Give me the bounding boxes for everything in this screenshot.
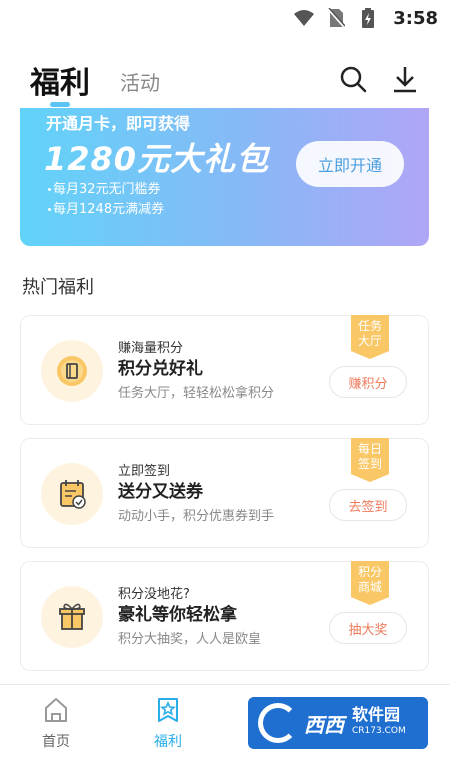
calendar-check-icon	[41, 463, 103, 525]
gift-icon	[41, 586, 103, 648]
sign-in-button[interactable]: 去签到	[329, 489, 407, 521]
header: 福利 活动	[0, 50, 450, 110]
welfare-card-signin[interactable]: 立即签到 送分又送券 动动小手，积分优惠券到手 每日 签到 去签到	[20, 438, 429, 548]
watermark-name: 软件园 CR173.COM	[352, 705, 406, 737]
welfare-card-points[interactable]: 赚海量积分 积分兑好礼 任务大厅，轻轻松松拿积分 任务 大厅 赚积分	[20, 315, 429, 425]
status-bar: 3:58	[0, 0, 450, 36]
active-tab-indicator	[50, 102, 70, 107]
tab-activity[interactable]: 活动	[120, 67, 160, 96]
download-icon[interactable]	[388, 62, 422, 96]
card-description: 任务大厅，轻轻松松拿积分	[118, 386, 275, 401]
nav-label: 福利	[154, 734, 182, 750]
ribbon-badge: 任务 大厅	[351, 315, 389, 359]
no-sim-icon	[325, 7, 347, 29]
card-description: 积分大抽奖，人人是欧皇	[118, 632, 262, 647]
card-title: 积分兑好礼	[118, 359, 203, 379]
wifi-icon	[293, 7, 315, 29]
ribbon-badge: 每日 签到	[351, 438, 389, 482]
section-title: 热门福利	[22, 277, 94, 298]
lottery-button[interactable]: 抽大奖	[329, 612, 407, 644]
banner-headline: 开通月卡，即可获得	[46, 114, 191, 133]
welfare-icon	[153, 698, 183, 729]
card-description: 动动小手，积分优惠券到手	[118, 509, 275, 524]
tab-welfare[interactable]: 福利	[30, 58, 90, 102]
card-title: 豪礼等你轻松拿	[118, 605, 237, 625]
banner-line-2: 每月1248元满减券	[48, 198, 164, 217]
coin-icon	[41, 340, 103, 402]
banner-big-text: 1280元大礼包	[44, 140, 270, 178]
welfare-card-lottery[interactable]: 积分没地花? 豪礼等你轻松拿 积分大抽奖，人人是欧皇 积分 商城 抽大奖	[20, 561, 429, 671]
banner-line-1: 每月32元无门槛券	[48, 178, 161, 197]
open-now-button[interactable]: 立即开通	[296, 141, 404, 187]
home-icon	[41, 698, 71, 729]
membership-banner[interactable]: 开通月卡，即可获得 1280元大礼包 每月32元无门槛券 每月1248元满减券 …	[20, 108, 429, 246]
earn-points-button[interactable]: 赚积分	[329, 366, 407, 398]
watermark-brand: 西西	[304, 712, 344, 737]
search-icon[interactable]	[336, 62, 370, 96]
nav-item-welfare[interactable]: 福利	[138, 695, 198, 751]
card-title: 送分又送券	[118, 482, 203, 502]
watermark-logo: 西西 软件园 CR173.COM	[248, 697, 428, 749]
ribbon-badge: 积分 商城	[351, 561, 389, 605]
clock: 3:58	[393, 7, 438, 29]
nav-label: 首页	[42, 734, 70, 750]
nav-item-home[interactable]: 首页	[26, 695, 86, 751]
watermark-c-icon	[258, 703, 298, 743]
battery-charging-icon	[357, 7, 379, 29]
